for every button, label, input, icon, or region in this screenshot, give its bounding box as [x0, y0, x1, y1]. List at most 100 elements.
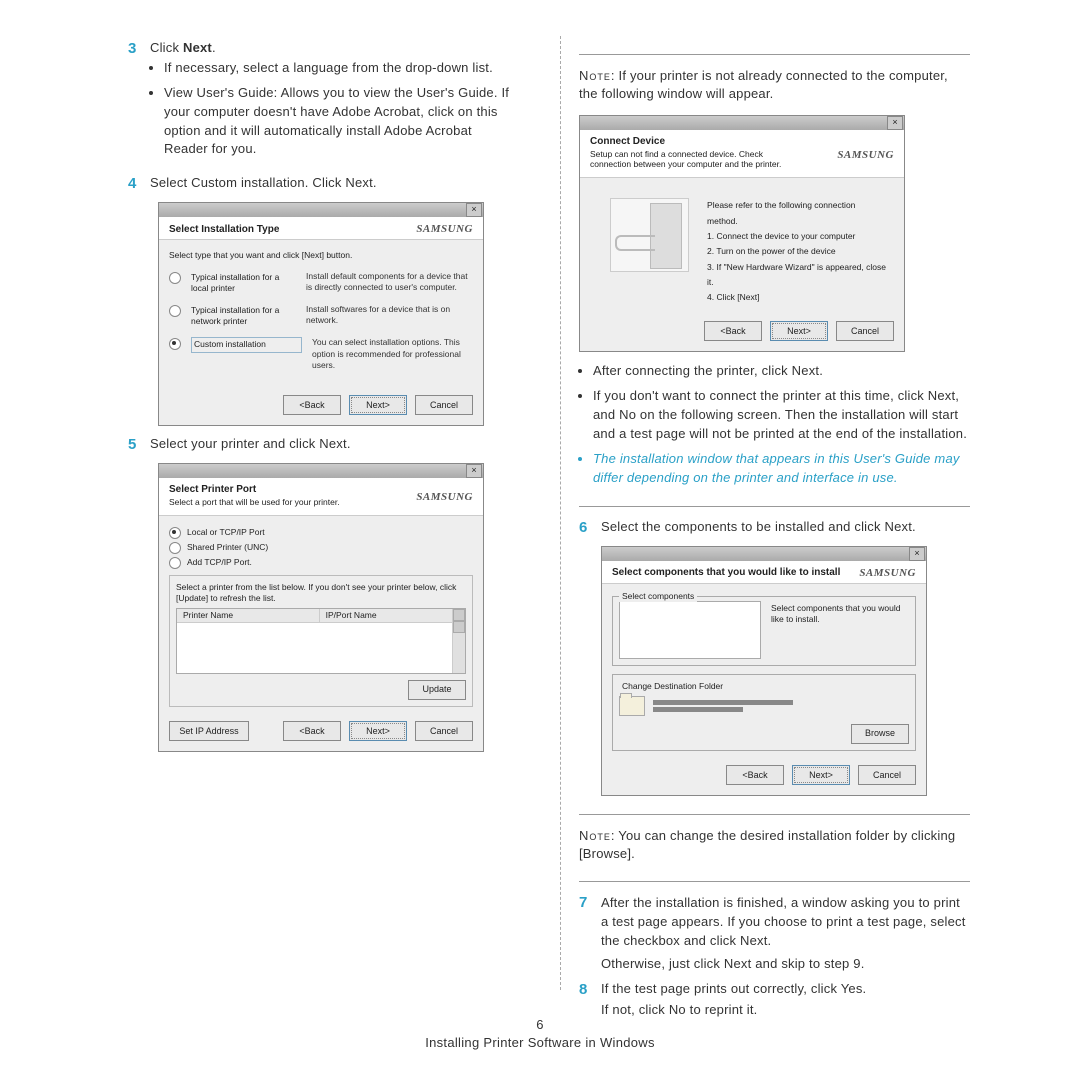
close-icon[interactable]: ×	[887, 116, 903, 130]
step-5: 5 Select your printer and click Next.	[128, 436, 519, 453]
folder-icon	[619, 696, 645, 716]
bullet: If you don't want to connect the printer…	[593, 387, 970, 444]
device-illustration	[610, 198, 689, 272]
step-text: .	[212, 40, 216, 55]
rule	[579, 881, 970, 882]
scrollbar[interactable]	[452, 609, 465, 673]
path-redacted	[653, 707, 743, 712]
step-number: 8	[579, 981, 601, 1017]
next-button[interactable]: Next>	[792, 765, 850, 785]
radio-icon[interactable]	[169, 527, 181, 539]
update-button[interactable]: Update	[408, 680, 466, 700]
note: Note: If your printer is not already con…	[579, 67, 970, 103]
option-label: Custom installation	[191, 337, 302, 352]
option-label: Typical installation for a local printer	[191, 271, 296, 294]
step-line: 4. Click [Next]	[707, 290, 888, 305]
cancel-button[interactable]: Cancel	[415, 395, 473, 415]
dialog-title: Select Printer Port	[169, 484, 340, 495]
step-text: Select Custom installation. Click Next.	[150, 175, 519, 192]
cancel-button[interactable]: Cancel	[836, 321, 894, 341]
radio-icon[interactable]	[169, 542, 181, 554]
option-label: Add TCP/IP Port.	[187, 557, 252, 568]
brand-logo: SAMSUNG	[837, 149, 894, 161]
dialog-title: Select components that you would like to…	[612, 567, 840, 578]
cancel-button[interactable]: Cancel	[858, 765, 916, 785]
back-button[interactable]: <Back	[283, 721, 341, 741]
option-desc: Install softwares for a device that is o…	[306, 304, 473, 326]
radio-icon[interactable]	[169, 338, 181, 350]
group-label: Change Destination Folder	[619, 681, 726, 692]
footer-title: Installing Printer Software in Windows	[0, 1035, 1080, 1050]
brand-logo: SAMSUNG	[416, 223, 473, 235]
note-body: : You can change the desired installatio…	[579, 828, 955, 861]
radio-icon[interactable]	[169, 272, 181, 284]
step-7: 7 After the installation is finished, a …	[579, 894, 970, 972]
rule	[579, 54, 970, 55]
components-desc: Select components that you would like to…	[771, 601, 909, 659]
step-number: 6	[579, 519, 601, 536]
components-listbox[interactable]	[619, 601, 761, 659]
next-button[interactable]: Next>	[349, 721, 407, 741]
printer-list[interactable]: Printer Name IP/Port Name	[176, 608, 466, 674]
back-button[interactable]: <Back	[283, 395, 341, 415]
step-text: If the test page prints out correctly, c…	[601, 981, 970, 996]
option-label: Local or TCP/IP Port	[187, 527, 265, 538]
dialog-subtitle: Select a port that will be used for your…	[169, 497, 340, 507]
brand-logo: SAMSUNG	[859, 567, 916, 579]
option-label: Typical installation for a network print…	[191, 304, 296, 327]
step-text: Select the components to be installed an…	[601, 519, 970, 536]
browse-button[interactable]: Browse	[851, 724, 909, 744]
set-ip-button[interactable]: Set IP Address	[169, 721, 249, 741]
rule	[579, 814, 970, 815]
brand-logo: SAMSUNG	[416, 491, 473, 503]
step-number: 7	[579, 894, 601, 972]
step-bold: Next	[183, 40, 212, 55]
note-label: Note	[579, 828, 611, 843]
next-button[interactable]: Next>	[770, 321, 828, 341]
note-body: : If your printer is not already connect…	[579, 68, 948, 101]
dialog-printer-port: × Select Printer Port Select a port that…	[158, 463, 484, 752]
close-icon[interactable]: ×	[909, 547, 925, 561]
cancel-button[interactable]: Cancel	[415, 721, 473, 741]
page-number: 6	[0, 1017, 1080, 1032]
step-text: If not, click No to reprint it.	[601, 1002, 970, 1017]
option-label: Shared Printer (UNC)	[187, 542, 268, 553]
back-button[interactable]: <Back	[704, 321, 762, 341]
radio-icon[interactable]	[169, 305, 181, 317]
bullet-italic: The installation window that appears in …	[593, 450, 970, 488]
hint-text: Select a printer from the list below. If…	[176, 582, 466, 604]
step-number: 5	[128, 436, 150, 453]
radio-icon[interactable]	[169, 557, 181, 569]
step-number: 4	[128, 175, 150, 192]
bullet: View User's Guide: Allows you to view th…	[164, 84, 519, 159]
step-text: Click	[150, 40, 183, 55]
step-line: 2. Turn on the power of the device	[707, 244, 888, 259]
step-line: 1. Connect the device to your computer	[707, 229, 888, 244]
bullet: After connecting the printer, click Next…	[593, 362, 970, 381]
step-4: 4 Select Custom installation. Click Next…	[128, 175, 519, 192]
dialog-subtitle: Select type that you want and click [Nex…	[169, 250, 473, 261]
step-number: 3	[128, 40, 150, 165]
dialog-connect-device: × Connect Device Setup can not find a co…	[579, 115, 905, 352]
next-button[interactable]: Next>	[349, 395, 407, 415]
back-button[interactable]: <Back	[726, 765, 784, 785]
note: Note: You can change the desired install…	[579, 827, 970, 863]
col-header: Printer Name	[177, 609, 320, 622]
dialog-title: Connect Device	[590, 136, 800, 147]
dialog-install-type: × Select Installation Type SAMSUNG Selec…	[158, 202, 484, 425]
option-desc: You can select installation options. Thi…	[312, 337, 473, 370]
bullet: If necessary, select a language from the…	[164, 59, 519, 78]
page-footer: 6 Installing Printer Software in Windows	[0, 1017, 1080, 1050]
step-line: 3. If "New Hardware Wizard" is appeared,…	[707, 260, 888, 291]
dialog-select-components: × Select components that you would like …	[601, 546, 927, 796]
path-redacted	[653, 700, 793, 705]
step-text: After the installation is finished, a wi…	[601, 894, 970, 951]
dialog-subtitle: Setup can not find a connected device. C…	[590, 149, 800, 169]
note-label: Note	[579, 68, 611, 83]
close-icon[interactable]: ×	[466, 203, 482, 217]
col-header: IP/Port Name	[320, 609, 465, 622]
close-icon[interactable]: ×	[466, 464, 482, 478]
hint-text: Please refer to the following connection…	[707, 198, 888, 229]
step-3: 3 Click Next. If necessary, select a lan…	[128, 40, 519, 165]
step-text: Select your printer and click Next.	[150, 436, 519, 453]
